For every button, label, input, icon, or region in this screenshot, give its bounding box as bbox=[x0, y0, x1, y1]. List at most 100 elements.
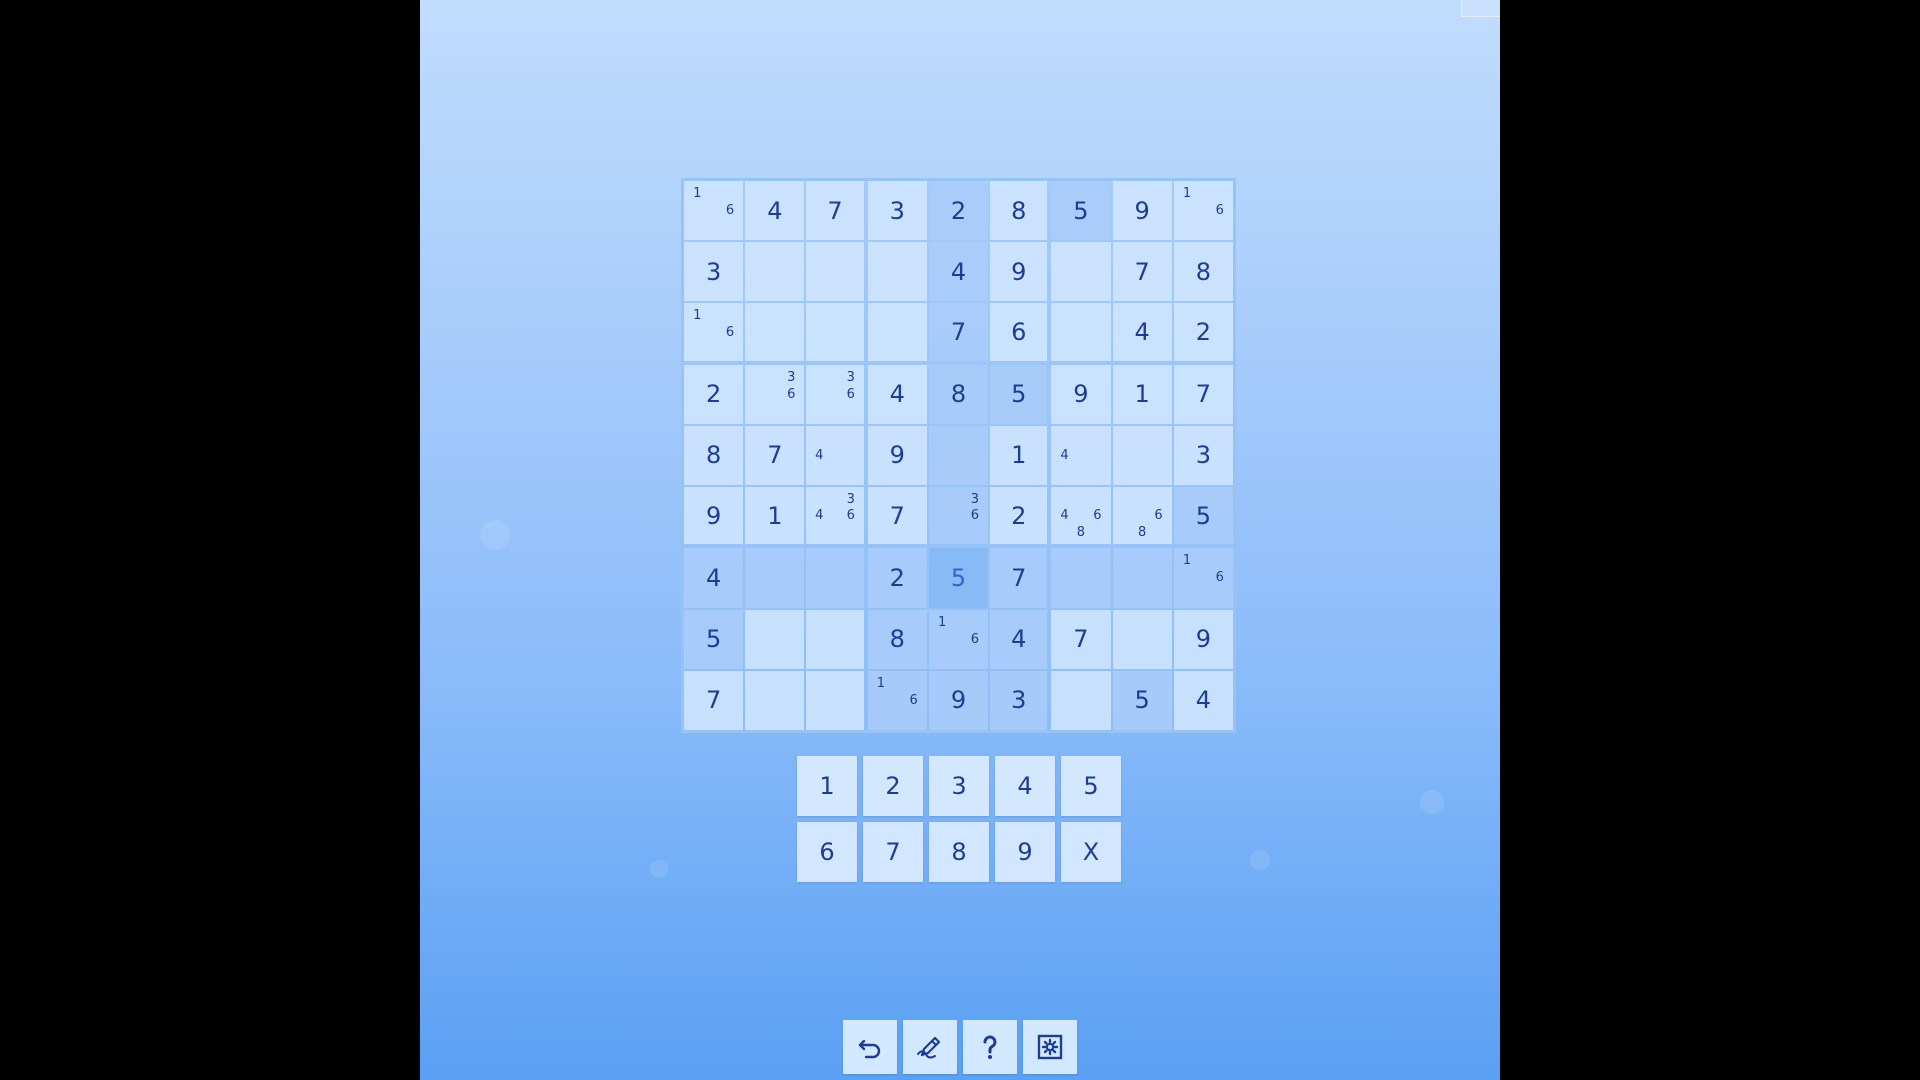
board-cell[interactable]: 3 bbox=[867, 181, 927, 241]
board-cell[interactable]: 5 bbox=[684, 609, 744, 669]
board-cell[interactable]: 4 bbox=[990, 609, 1048, 669]
board-cell[interactable]: 4 bbox=[1173, 670, 1233, 730]
board-cell[interactable]: 1 bbox=[990, 425, 1048, 486]
board-cell[interactable]: 3 bbox=[1173, 425, 1233, 486]
board-cell[interactable]: 16 bbox=[1173, 548, 1233, 608]
board-cell[interactable] bbox=[806, 242, 864, 302]
board-cell[interactable]: 8 bbox=[990, 181, 1048, 241]
board-cell[interactable]: 2 bbox=[990, 487, 1048, 545]
board-cell[interactable]: 7 bbox=[1051, 609, 1111, 669]
board-cell[interactable] bbox=[1051, 670, 1111, 730]
board-cell[interactable]: 7 bbox=[867, 487, 927, 545]
number-button[interactable]: 2 bbox=[863, 756, 923, 816]
board-cell[interactable] bbox=[806, 303, 864, 361]
board-cell[interactable]: 8 bbox=[684, 425, 744, 486]
notes-mode-button[interactable] bbox=[903, 1020, 957, 1074]
board-cell[interactable]: 4 bbox=[928, 242, 989, 302]
board-cell[interactable]: 36 bbox=[806, 364, 864, 424]
board-cell[interactable]: 4 bbox=[745, 181, 805, 241]
note-digit bbox=[705, 307, 721, 323]
board-cell[interactable]: 7 bbox=[806, 181, 864, 241]
board-cell[interactable]: 9 bbox=[684, 487, 744, 545]
hint-button[interactable] bbox=[963, 1020, 1017, 1074]
board-cell[interactable]: 7 bbox=[990, 548, 1048, 608]
board-cell[interactable]: 68 bbox=[1112, 487, 1172, 545]
board-cell[interactable]: 7 bbox=[745, 425, 805, 486]
board-cell[interactable]: 5 bbox=[1173, 487, 1233, 545]
board-cell[interactable]: 3 bbox=[684, 242, 744, 302]
board-cell[interactable]: 5 bbox=[1051, 181, 1111, 241]
board-cell[interactable]: 4 bbox=[867, 364, 927, 424]
board-cell[interactable]: 5 bbox=[928, 548, 989, 608]
note-digit bbox=[1179, 586, 1195, 603]
board-cell[interactable]: 9 bbox=[1112, 181, 1172, 241]
board-cell[interactable]: 9 bbox=[990, 242, 1048, 302]
board-cell[interactable]: 16 bbox=[867, 670, 927, 730]
number-button[interactable]: 3 bbox=[929, 756, 989, 816]
board-cell[interactable]: 9 bbox=[867, 425, 927, 486]
board-cell[interactable] bbox=[745, 609, 805, 669]
board-cell[interactable]: 3 bbox=[990, 670, 1048, 730]
board-cell[interactable]: 8 bbox=[867, 609, 927, 669]
board-cell[interactable]: 4 bbox=[806, 425, 864, 486]
number-button[interactable]: 7 bbox=[863, 822, 923, 882]
board-cell[interactable]: 2 bbox=[867, 548, 927, 608]
board-cell[interactable]: 16 bbox=[1173, 181, 1233, 241]
board-cell[interactable]: 16 bbox=[684, 181, 744, 241]
board-cell[interactable]: 4 bbox=[684, 548, 744, 608]
number-button[interactable]: 5 bbox=[1061, 756, 1121, 816]
board-cell[interactable]: 1 bbox=[745, 487, 805, 545]
board-cell[interactable]: 4 68 bbox=[1051, 487, 1111, 545]
number-button[interactable]: 9 bbox=[995, 822, 1055, 882]
board-cell[interactable]: 6 bbox=[990, 303, 1048, 361]
board-cell[interactable] bbox=[928, 425, 989, 486]
board-cell[interactable]: 7 bbox=[1173, 364, 1233, 424]
board-cell[interactable] bbox=[1051, 242, 1111, 302]
board-cell[interactable]: 36 bbox=[745, 364, 805, 424]
board-cell[interactable]: 2 bbox=[928, 181, 989, 241]
board-cell[interactable]: 9 bbox=[928, 670, 989, 730]
board-cell[interactable]: 9 bbox=[1051, 364, 1111, 424]
board-cell[interactable]: 2 bbox=[684, 364, 744, 424]
board-cell[interactable]: 5 bbox=[990, 364, 1048, 424]
board-cell[interactable]: 36 bbox=[928, 487, 989, 545]
board-cell[interactable]: 3 4 6 bbox=[806, 487, 864, 545]
board-cell[interactable]: 8 bbox=[1173, 242, 1233, 302]
board-cell[interactable]: 7 bbox=[1112, 242, 1172, 302]
board-cell[interactable] bbox=[867, 303, 927, 361]
settings-button[interactable] bbox=[1023, 1020, 1077, 1074]
number-button[interactable]: 8 bbox=[929, 822, 989, 882]
number-button[interactable]: 4 bbox=[995, 756, 1055, 816]
board-cell[interactable]: 2 bbox=[1173, 303, 1233, 361]
board-cell[interactable] bbox=[1112, 548, 1172, 608]
board-cell[interactable] bbox=[745, 670, 805, 730]
number-button[interactable]: 1 bbox=[797, 756, 857, 816]
board-cell[interactable]: 4 bbox=[1051, 425, 1111, 486]
board-cell[interactable] bbox=[745, 548, 805, 608]
erase-button[interactable]: X bbox=[1061, 822, 1121, 882]
board-cell[interactable]: 8 bbox=[928, 364, 989, 424]
board-cell[interactable] bbox=[1051, 548, 1111, 608]
board-cell[interactable]: 16 bbox=[684, 303, 744, 361]
board-cell[interactable] bbox=[806, 670, 864, 730]
bottom-toolbar bbox=[843, 1020, 1077, 1074]
board-cell[interactable] bbox=[1051, 303, 1111, 361]
board-cell[interactable] bbox=[806, 548, 864, 608]
board-cell[interactable] bbox=[745, 242, 805, 302]
board-cell[interactable]: 5 bbox=[1112, 670, 1172, 730]
board-cell[interactable]: 4 bbox=[1112, 303, 1172, 361]
number-button[interactable]: 6 bbox=[797, 822, 857, 882]
board-cell[interactable]: 7 bbox=[928, 303, 989, 361]
note-digit bbox=[1118, 491, 1134, 507]
board-cell[interactable]: 7 bbox=[684, 670, 744, 730]
note-digit bbox=[827, 369, 843, 386]
board-cell[interactable]: 1 bbox=[1112, 364, 1172, 424]
board-cell[interactable] bbox=[867, 242, 927, 302]
undo-button[interactable] bbox=[843, 1020, 897, 1074]
board-cell[interactable]: 9 bbox=[1173, 609, 1233, 669]
board-cell[interactable]: 16 bbox=[928, 609, 989, 669]
board-cell[interactable] bbox=[745, 303, 805, 361]
board-cell[interactable] bbox=[806, 609, 864, 669]
board-cell[interactable] bbox=[1112, 609, 1172, 669]
board-cell[interactable] bbox=[1112, 425, 1172, 486]
